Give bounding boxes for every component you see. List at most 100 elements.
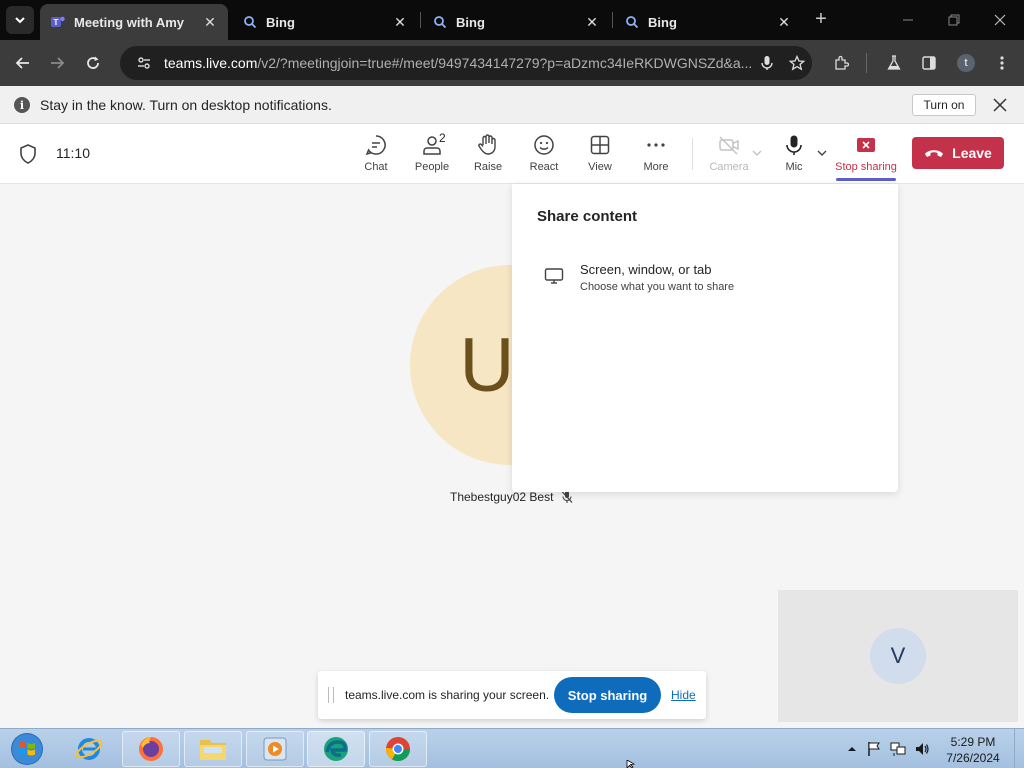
extensions-icon[interactable] bbox=[826, 48, 856, 78]
react-button[interactable]: React bbox=[520, 132, 568, 178]
camera-button[interactable]: Camera bbox=[705, 132, 753, 178]
labs-flask-icon[interactable] bbox=[879, 48, 909, 78]
more-button[interactable]: More bbox=[632, 132, 680, 178]
network-icon[interactable] bbox=[890, 741, 906, 757]
windows-logo-icon bbox=[11, 733, 43, 765]
view-label: View bbox=[588, 161, 612, 173]
volume-icon[interactable] bbox=[914, 741, 930, 757]
mic-button[interactable]: Mic bbox=[770, 132, 818, 178]
drag-handle-icon[interactable] bbox=[328, 687, 334, 703]
tab-meeting[interactable]: T Meeting with Amy ✕ bbox=[40, 4, 228, 40]
new-tab-button[interactable]: + bbox=[810, 8, 832, 30]
bookmark-star-icon[interactable] bbox=[782, 48, 812, 78]
raise-hand-button[interactable]: Raise bbox=[464, 132, 512, 178]
hand-icon bbox=[475, 132, 501, 158]
shield-icon[interactable] bbox=[18, 143, 38, 165]
hide-link[interactable]: Hide bbox=[671, 688, 696, 702]
close-icon[interactable]: ✕ bbox=[392, 14, 408, 30]
profile-avatar[interactable]: t bbox=[957, 54, 975, 72]
microphone-icon[interactable] bbox=[752, 48, 782, 78]
meeting-control-bar: 11:10 Chat 2 People Raise React View Mor… bbox=[0, 124, 1024, 184]
phone-hangup-icon bbox=[925, 150, 944, 157]
share-content-panel: Share content Screen, window, or tab Cho… bbox=[512, 184, 898, 492]
more-dots-icon bbox=[643, 132, 669, 158]
action-center-flag-icon[interactable] bbox=[866, 741, 882, 757]
camera-label: Camera bbox=[709, 161, 749, 173]
chat-icon bbox=[363, 132, 389, 158]
edge-browser-icon bbox=[324, 737, 348, 761]
back-icon[interactable] bbox=[8, 48, 38, 78]
minimize-icon[interactable] bbox=[894, 6, 922, 34]
show-hidden-icons-icon[interactable] bbox=[844, 741, 860, 757]
raise-label: Raise bbox=[473, 161, 503, 173]
address-bar[interactable]: teams.live.com/v2/?meetingjoin=true#/mee… bbox=[120, 46, 812, 80]
tab-bing-1[interactable]: Bing ✕ bbox=[232, 4, 418, 40]
taskbar-chrome[interactable] bbox=[369, 731, 427, 767]
tab-title: Meeting with Amy bbox=[74, 14, 185, 30]
taskbar-edge-app[interactable] bbox=[307, 731, 365, 767]
people-button[interactable]: 2 People bbox=[408, 131, 456, 178]
url-text: teams.live.com/v2/?meetingjoin=true#/mee… bbox=[164, 55, 752, 71]
share-screen-option[interactable]: Screen, window, or tab Choose what you w… bbox=[528, 252, 878, 302]
turn-on-button[interactable]: Turn on bbox=[912, 94, 976, 116]
people-count: 2 bbox=[439, 131, 446, 145]
notification-text: Stay in the know. Turn on desktop notifi… bbox=[40, 97, 332, 113]
taskbar-file-explorer[interactable] bbox=[184, 731, 242, 767]
tab-title: Bing bbox=[266, 14, 295, 30]
media-player-icon bbox=[263, 737, 287, 761]
close-icon[interactable]: ✕ bbox=[202, 14, 218, 30]
url-host: teams.live.com bbox=[164, 55, 258, 71]
search-icon bbox=[242, 14, 258, 30]
share-option-subtitle: Choose what you want to share bbox=[580, 281, 735, 293]
tab-bing-3[interactable]: Bing ✕ bbox=[614, 4, 802, 40]
mic-off-icon bbox=[561, 491, 573, 503]
taskbar-media-player[interactable] bbox=[246, 731, 304, 767]
participant-initial: U bbox=[459, 322, 515, 408]
system-clock[interactable]: 5:29 PM 7/26/2024 bbox=[940, 734, 1006, 766]
tab-title: Bing bbox=[456, 14, 485, 30]
close-icon[interactable] bbox=[990, 95, 1010, 115]
sharing-status-text: teams.live.com is sharing your screen. bbox=[345, 688, 550, 702]
view-button[interactable]: View bbox=[576, 132, 624, 178]
clock-date: 7/26/2024 bbox=[946, 751, 1000, 765]
close-icon[interactable]: ✕ bbox=[776, 14, 792, 30]
close-window-icon[interactable] bbox=[986, 6, 1014, 34]
close-icon[interactable]: ✕ bbox=[584, 14, 600, 30]
react-label: React bbox=[529, 161, 559, 173]
leave-button[interactable]: Leave bbox=[912, 137, 1004, 169]
firefox-icon bbox=[139, 737, 163, 761]
info-icon: i bbox=[14, 97, 30, 113]
more-label: More bbox=[643, 161, 669, 173]
self-video-tile[interactable]: V bbox=[778, 590, 1018, 722]
forward-icon[interactable] bbox=[42, 48, 72, 78]
leave-label: Leave bbox=[952, 145, 992, 161]
mic-options-chevron-icon[interactable] bbox=[815, 146, 829, 160]
stop-sharing-toast-button[interactable]: Stop sharing bbox=[554, 677, 661, 713]
tab-search-button[interactable] bbox=[6, 6, 34, 34]
share-panel-title: Share content bbox=[537, 208, 638, 225]
taskbar-internet-explorer[interactable] bbox=[60, 731, 118, 767]
more-menu-icon[interactable] bbox=[987, 48, 1017, 78]
stop-sharing-button[interactable]: Stop sharing bbox=[834, 132, 898, 178]
start-button[interactable] bbox=[4, 731, 50, 767]
tab-bing-2[interactable]: Bing ✕ bbox=[422, 4, 610, 40]
side-panel-icon[interactable] bbox=[914, 48, 944, 78]
teams-icon: T bbox=[50, 14, 66, 30]
chat-button[interactable]: Chat bbox=[352, 132, 400, 178]
show-desktop-button[interactable] bbox=[1014, 729, 1024, 768]
screen-share-notification: teams.live.com is sharing your screen. S… bbox=[318, 671, 706, 719]
share-option-title: Screen, window, or tab bbox=[580, 262, 712, 277]
reload-icon[interactable] bbox=[78, 48, 108, 78]
camera-options-chevron-icon[interactable] bbox=[750, 146, 764, 160]
camera-off-icon bbox=[716, 132, 742, 158]
site-settings-icon[interactable] bbox=[134, 53, 154, 73]
toolbar-divider bbox=[866, 53, 867, 73]
url-path: /v2/?meetingjoin=true#/meet/949743414727… bbox=[257, 55, 752, 71]
restore-icon[interactable] bbox=[940, 6, 968, 34]
self-avatar: V bbox=[870, 628, 926, 684]
meeting-timer: 11:10 bbox=[56, 145, 90, 161]
taskbar-firefox[interactable] bbox=[122, 731, 180, 767]
people-label: People bbox=[414, 161, 450, 173]
stop-share-icon bbox=[853, 132, 879, 158]
windows-taskbar: 5:29 PM 7/26/2024 bbox=[0, 728, 1024, 768]
